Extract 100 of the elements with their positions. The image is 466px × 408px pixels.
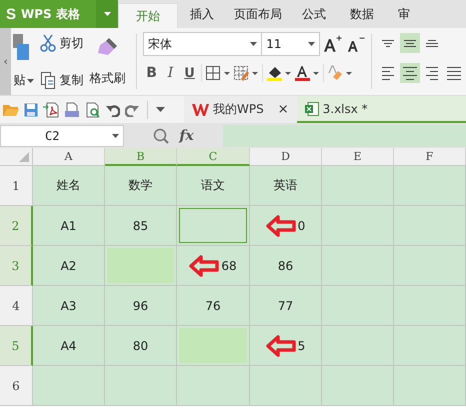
fill-color-icon[interactable] <box>266 65 292 81</box>
table-cell[interactable] <box>105 366 177 406</box>
italic-button[interactable]: I <box>162 65 180 81</box>
table-cell[interactable] <box>394 246 466 286</box>
close-tab-button[interactable]: × <box>278 102 289 117</box>
table-cell[interactable]: 76 <box>177 286 250 326</box>
table-cell[interactable]: A1 <box>33 206 105 246</box>
ribbon-tab[interactable]: 审 <box>386 0 422 28</box>
row-header[interactable]: 1 <box>0 166 33 206</box>
document-tab[interactable]: 3.xlsx * <box>296 96 466 123</box>
undo-icon[interactable] <box>106 102 120 116</box>
format-painter-button[interactable]: 格式刷 <box>89 32 126 95</box>
table-cell[interactable] <box>322 166 394 206</box>
table-cell[interactable]: 姓名 <box>33 166 105 206</box>
ribbon-tab[interactable]: 插入 <box>178 0 226 28</box>
pdf-export-icon[interactable] <box>43 102 59 118</box>
table-cell[interactable] <box>394 366 466 406</box>
align-middle-icon <box>404 40 416 46</box>
table-cell[interactable] <box>250 366 322 406</box>
cut-button[interactable]: 剪切 <box>40 34 84 52</box>
table-cell[interactable] <box>394 206 466 246</box>
caret-icon <box>308 42 316 46</box>
table-cell[interactable]: 77 <box>250 286 322 326</box>
column-header[interactable]: D <box>250 148 322 166</box>
table-cell[interactable]: 0 <box>250 206 322 246</box>
insert-function-button[interactable]: fx <box>179 128 194 144</box>
ribbon-tab[interactable]: 数据 <box>338 0 386 28</box>
font-name-field[interactable]: 宋体 <box>143 32 262 56</box>
table-cell[interactable] <box>394 286 466 326</box>
arrow-icon <box>189 254 220 276</box>
collapse-handle[interactable]: ‹ <box>0 28 12 95</box>
underline-button[interactable]: U <box>181 66 198 80</box>
table-cell[interactable] <box>177 366 250 406</box>
corner-triangle-icon <box>19 152 29 162</box>
document-tab[interactable]: 我的WPS × <box>184 96 297 123</box>
ribbon-tab[interactable]: 页面布局 <box>226 0 290 28</box>
align-middle-button[interactable] <box>400 33 420 53</box>
table-cell[interactable] <box>322 366 394 406</box>
cell-text: 5 <box>298 338 306 352</box>
table-cell[interactable]: 86 <box>250 246 322 286</box>
cell-text: 0 <box>298 218 306 232</box>
redo-icon[interactable] <box>125 102 139 116</box>
table-cell[interactable]: 语文 <box>177 166 250 206</box>
paste-icon <box>13 34 30 60</box>
ribbon-tab[interactable]: 开始 <box>118 3 178 28</box>
print-preview-icon[interactable] <box>85 102 101 118</box>
print-icon[interactable] <box>64 102 80 118</box>
table-cell[interactable] <box>322 326 394 366</box>
cell-text: 68 <box>221 258 237 272</box>
table-cell[interactable]: 85 <box>105 206 177 246</box>
name-box[interactable]: C2 <box>0 124 124 146</box>
align-center-icon <box>403 66 417 80</box>
table-cell[interactable]: 80 <box>105 326 177 366</box>
table-cell[interactable]: A3 <box>33 286 105 326</box>
table-cell[interactable]: 68 <box>177 246 250 286</box>
font-color-icon[interactable] <box>294 65 320 81</box>
table-cell[interactable]: A2 <box>33 246 105 286</box>
table-cell[interactable] <box>322 246 394 286</box>
select-all-corner[interactable] <box>0 148 33 166</box>
borders-icon[interactable] <box>205 65 232 81</box>
ribbon-tab[interactable]: 公式 <box>290 0 338 28</box>
table-cell[interactable]: 数学 <box>105 166 177 206</box>
caret-icon <box>112 134 119 138</box>
align-left-icon <box>382 66 394 80</box>
cell-style-icon[interactable] <box>233 65 260 81</box>
row-header[interactable]: 4 <box>0 286 33 326</box>
paste-menu[interactable]: 贴 <box>13 72 26 89</box>
scissors-icon <box>40 34 56 52</box>
font-size-field[interactable]: 11 <box>261 32 320 56</box>
folder-icon[interactable] <box>3 102 19 116</box>
bold-button[interactable]: B <box>143 65 160 81</box>
increase-font-icon[interactable] <box>323 35 343 53</box>
caret-icon <box>27 78 34 82</box>
column-header[interactable]: F <box>394 148 466 166</box>
table-cell[interactable]: 5 <box>250 326 322 366</box>
table-cell[interactable] <box>33 366 105 406</box>
column-header[interactable]: A <box>33 148 105 166</box>
table-cell[interactable] <box>322 286 394 326</box>
decrease-font-icon[interactable] <box>346 35 366 53</box>
zoom-search-icon[interactable] <box>153 128 170 144</box>
table-cell[interactable]: 96 <box>105 286 177 326</box>
dropdown-button[interactable] <box>96 0 118 28</box>
table-cell[interactable]: 英语 <box>250 166 322 206</box>
caret-icon <box>250 42 258 46</box>
caret-icon[interactable] <box>156 107 165 112</box>
eraser-icon[interactable] <box>327 65 354 81</box>
row-header[interactable]: 6 <box>0 366 33 406</box>
align-top-icon <box>382 40 394 46</box>
align-right-icon <box>426 66 438 80</box>
column-header[interactable]: E <box>322 148 394 166</box>
caret-icon <box>104 12 110 16</box>
copy-button[interactable]: 复制 <box>40 71 84 89</box>
spreadsheet-file-icon <box>304 102 319 116</box>
table-cell[interactable] <box>322 206 394 246</box>
table-cell[interactable] <box>394 326 466 366</box>
table-cell[interactable] <box>394 166 466 206</box>
save-icon[interactable] <box>24 102 38 116</box>
align-center-button[interactable] <box>400 63 420 83</box>
formula-input-field[interactable] <box>223 124 466 146</box>
table-cell[interactable]: A4 <box>33 326 105 366</box>
